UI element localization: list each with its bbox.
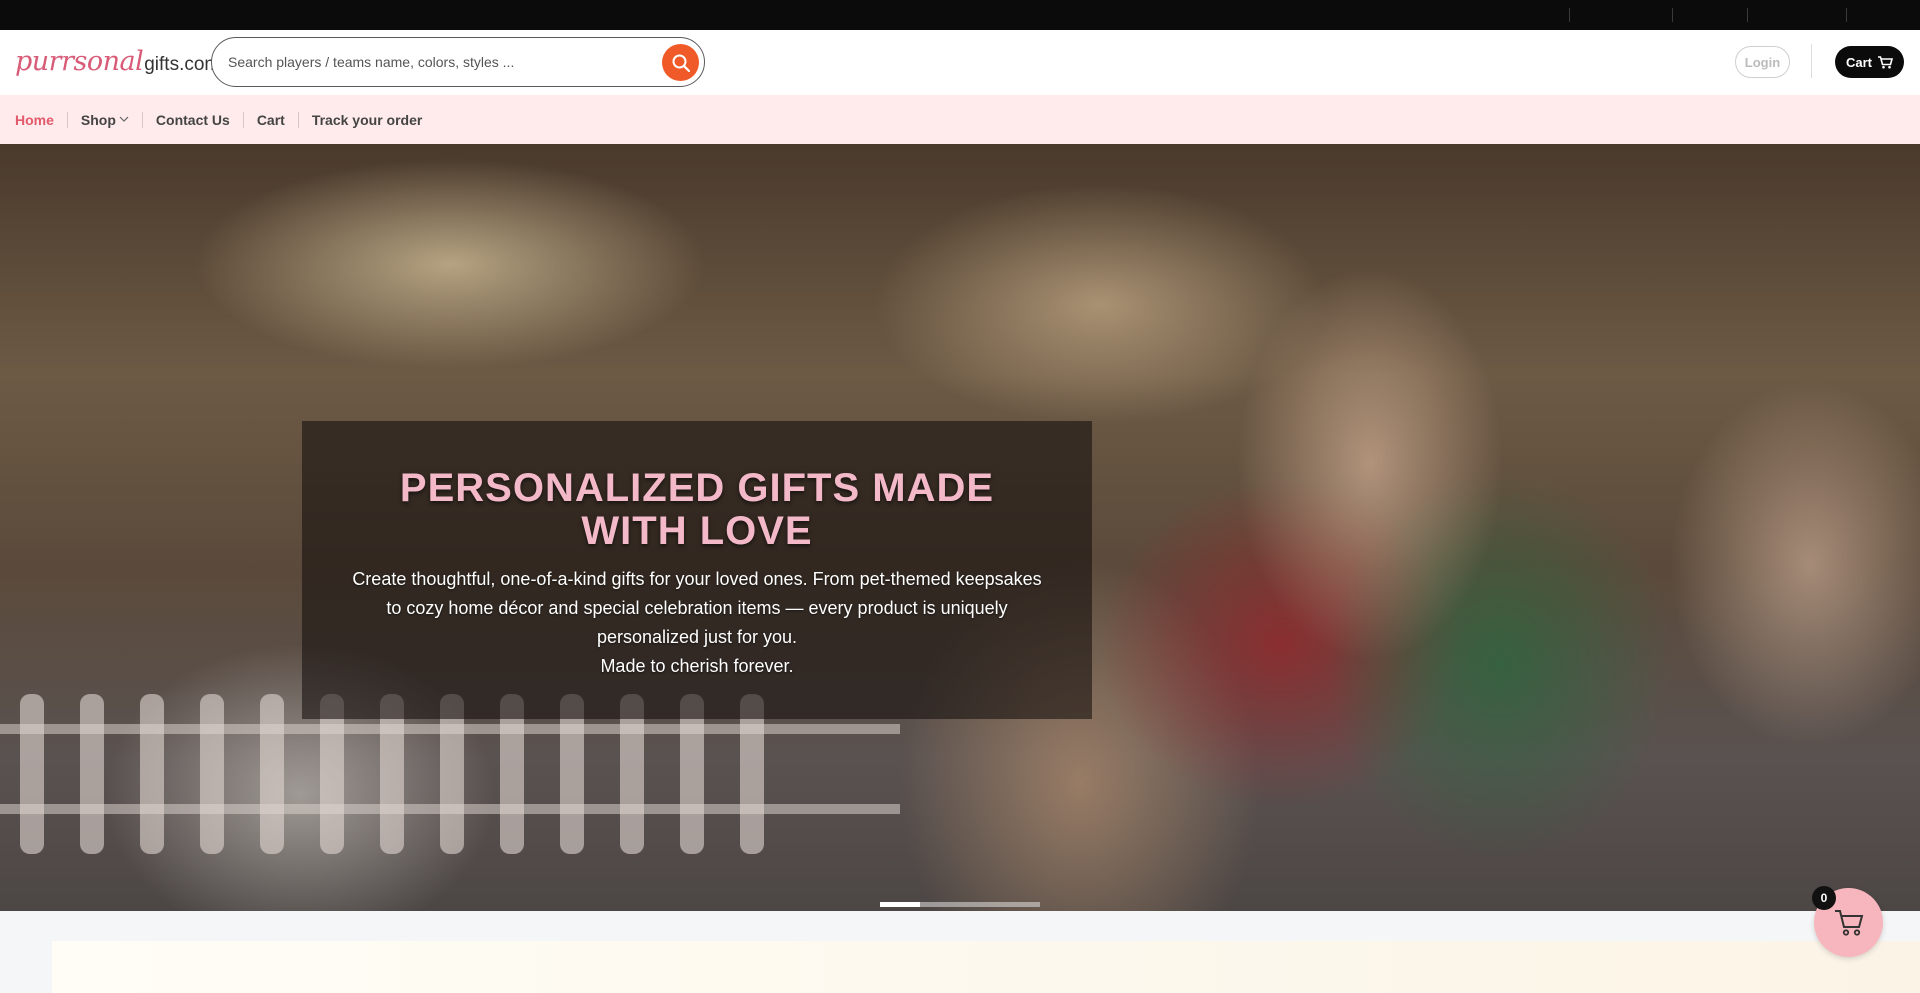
- chevron-down-icon: [119, 116, 129, 122]
- top-bar-divider: [1569, 8, 1570, 22]
- nav-divider: [242, 111, 244, 128]
- top-bar: [0, 0, 1920, 30]
- nav-divider: [141, 111, 143, 128]
- logo-domain-text: gifts.com: [144, 54, 221, 75]
- cart-button-label: Cart: [1845, 54, 1872, 70]
- nav-divider: [66, 111, 68, 128]
- top-bar-divider: [1846, 8, 1847, 22]
- main-nav: Home Shop Contact Us Cart Track your ord…: [0, 95, 1920, 144]
- hero-description-text: Create thoughtful, one-of-a-kind gifts f…: [352, 569, 1042, 647]
- nav-item-shop[interactable]: Shop: [81, 112, 129, 128]
- cart-icon: [1834, 909, 1863, 936]
- floating-cart-button[interactable]: 0: [1812, 886, 1883, 957]
- content-section: [0, 911, 1920, 993]
- slider-active-indicator: [880, 902, 920, 907]
- search-input[interactable]: [228, 50, 648, 74]
- content-card: [52, 941, 1920, 993]
- top-bar-divider: [1747, 8, 1748, 22]
- cart-button[interactable]: Cart: [1835, 46, 1904, 78]
- nav-item-contact[interactable]: Contact Us: [156, 112, 230, 128]
- hero-description: Create thoughtful, one-of-a-kind gifts f…: [302, 565, 1092, 681]
- cart-icon: [1878, 55, 1893, 68]
- hero-title: PERSONALIZED GIFTS MADE WITH LOVE: [399, 466, 995, 553]
- cart-count-badge: 0: [1812, 886, 1836, 910]
- search-button[interactable]: [662, 44, 699, 81]
- site-logo[interactable]: purrsonal gifts.com: [15, 46, 220, 80]
- hero-tagline: Made to cherish forever.: [600, 656, 794, 676]
- hero-text-panel: PERSONALIZED GIFTS MADE WITH LOVE Create…: [302, 421, 1092, 719]
- nav-item-shop-label: Shop: [80, 111, 116, 128]
- slider-progress[interactable]: [880, 902, 1040, 907]
- nav-divider: [297, 111, 299, 128]
- site-header: purrsonal gifts.com Login Cart: [0, 30, 1920, 95]
- top-bar-divider: [1672, 8, 1673, 22]
- nav-item-cart[interactable]: Cart: [257, 112, 285, 128]
- search-bar: [211, 37, 705, 87]
- hero-banner[interactable]: PERSONALIZED GIFTS MADE WITH LOVE Create…: [0, 144, 1920, 911]
- search-icon: [672, 54, 690, 72]
- nav-item-home[interactable]: Home: [15, 112, 54, 128]
- nav-item-track-order[interactable]: Track your order: [312, 112, 423, 128]
- logo-script-text: purrsonal: [15, 46, 144, 77]
- login-button[interactable]: Login: [1735, 46, 1790, 78]
- header-divider: [1811, 44, 1812, 78]
